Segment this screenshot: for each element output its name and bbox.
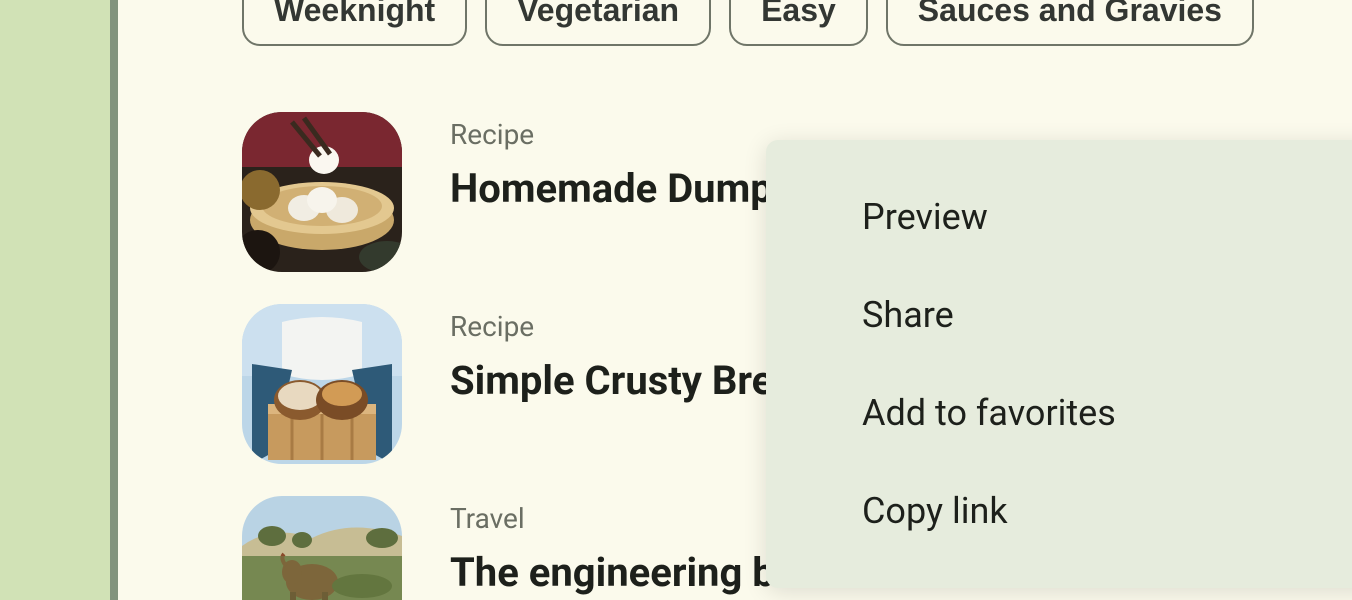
item-title: Simple Crusty Bread [450, 357, 817, 404]
main-content: Weeknight Vegetarian Easy Sauces and Gra… [134, 0, 1352, 600]
left-rail [0, 0, 110, 600]
chip-sauces[interactable]: Sauces and Gravies [886, 0, 1254, 46]
menu-add-favorites[interactable]: Add to favorites [766, 364, 1352, 462]
item-body: Recipe Simple Crusty Bread [450, 304, 817, 404]
item-category: Recipe [450, 310, 817, 343]
chip-weeknight[interactable]: Weeknight [242, 0, 467, 46]
chip-easy[interactable]: Easy [729, 0, 868, 46]
menu-preview[interactable]: Preview [766, 168, 1352, 266]
thumbnail-dumplings [242, 112, 402, 272]
menu-copy-link[interactable]: Copy link [766, 462, 1352, 560]
chip-vegetarian[interactable]: Vegetarian [485, 0, 711, 46]
thumbnail-bread [242, 304, 402, 464]
menu-share[interactable]: Share [766, 266, 1352, 364]
thumbnail-travel [242, 496, 402, 600]
context-menu: Preview Share Add to favorites Copy link [766, 140, 1352, 588]
vertical-divider [110, 0, 134, 600]
filter-chips: Weeknight Vegetarian Easy Sauces and Gra… [242, 0, 1352, 46]
